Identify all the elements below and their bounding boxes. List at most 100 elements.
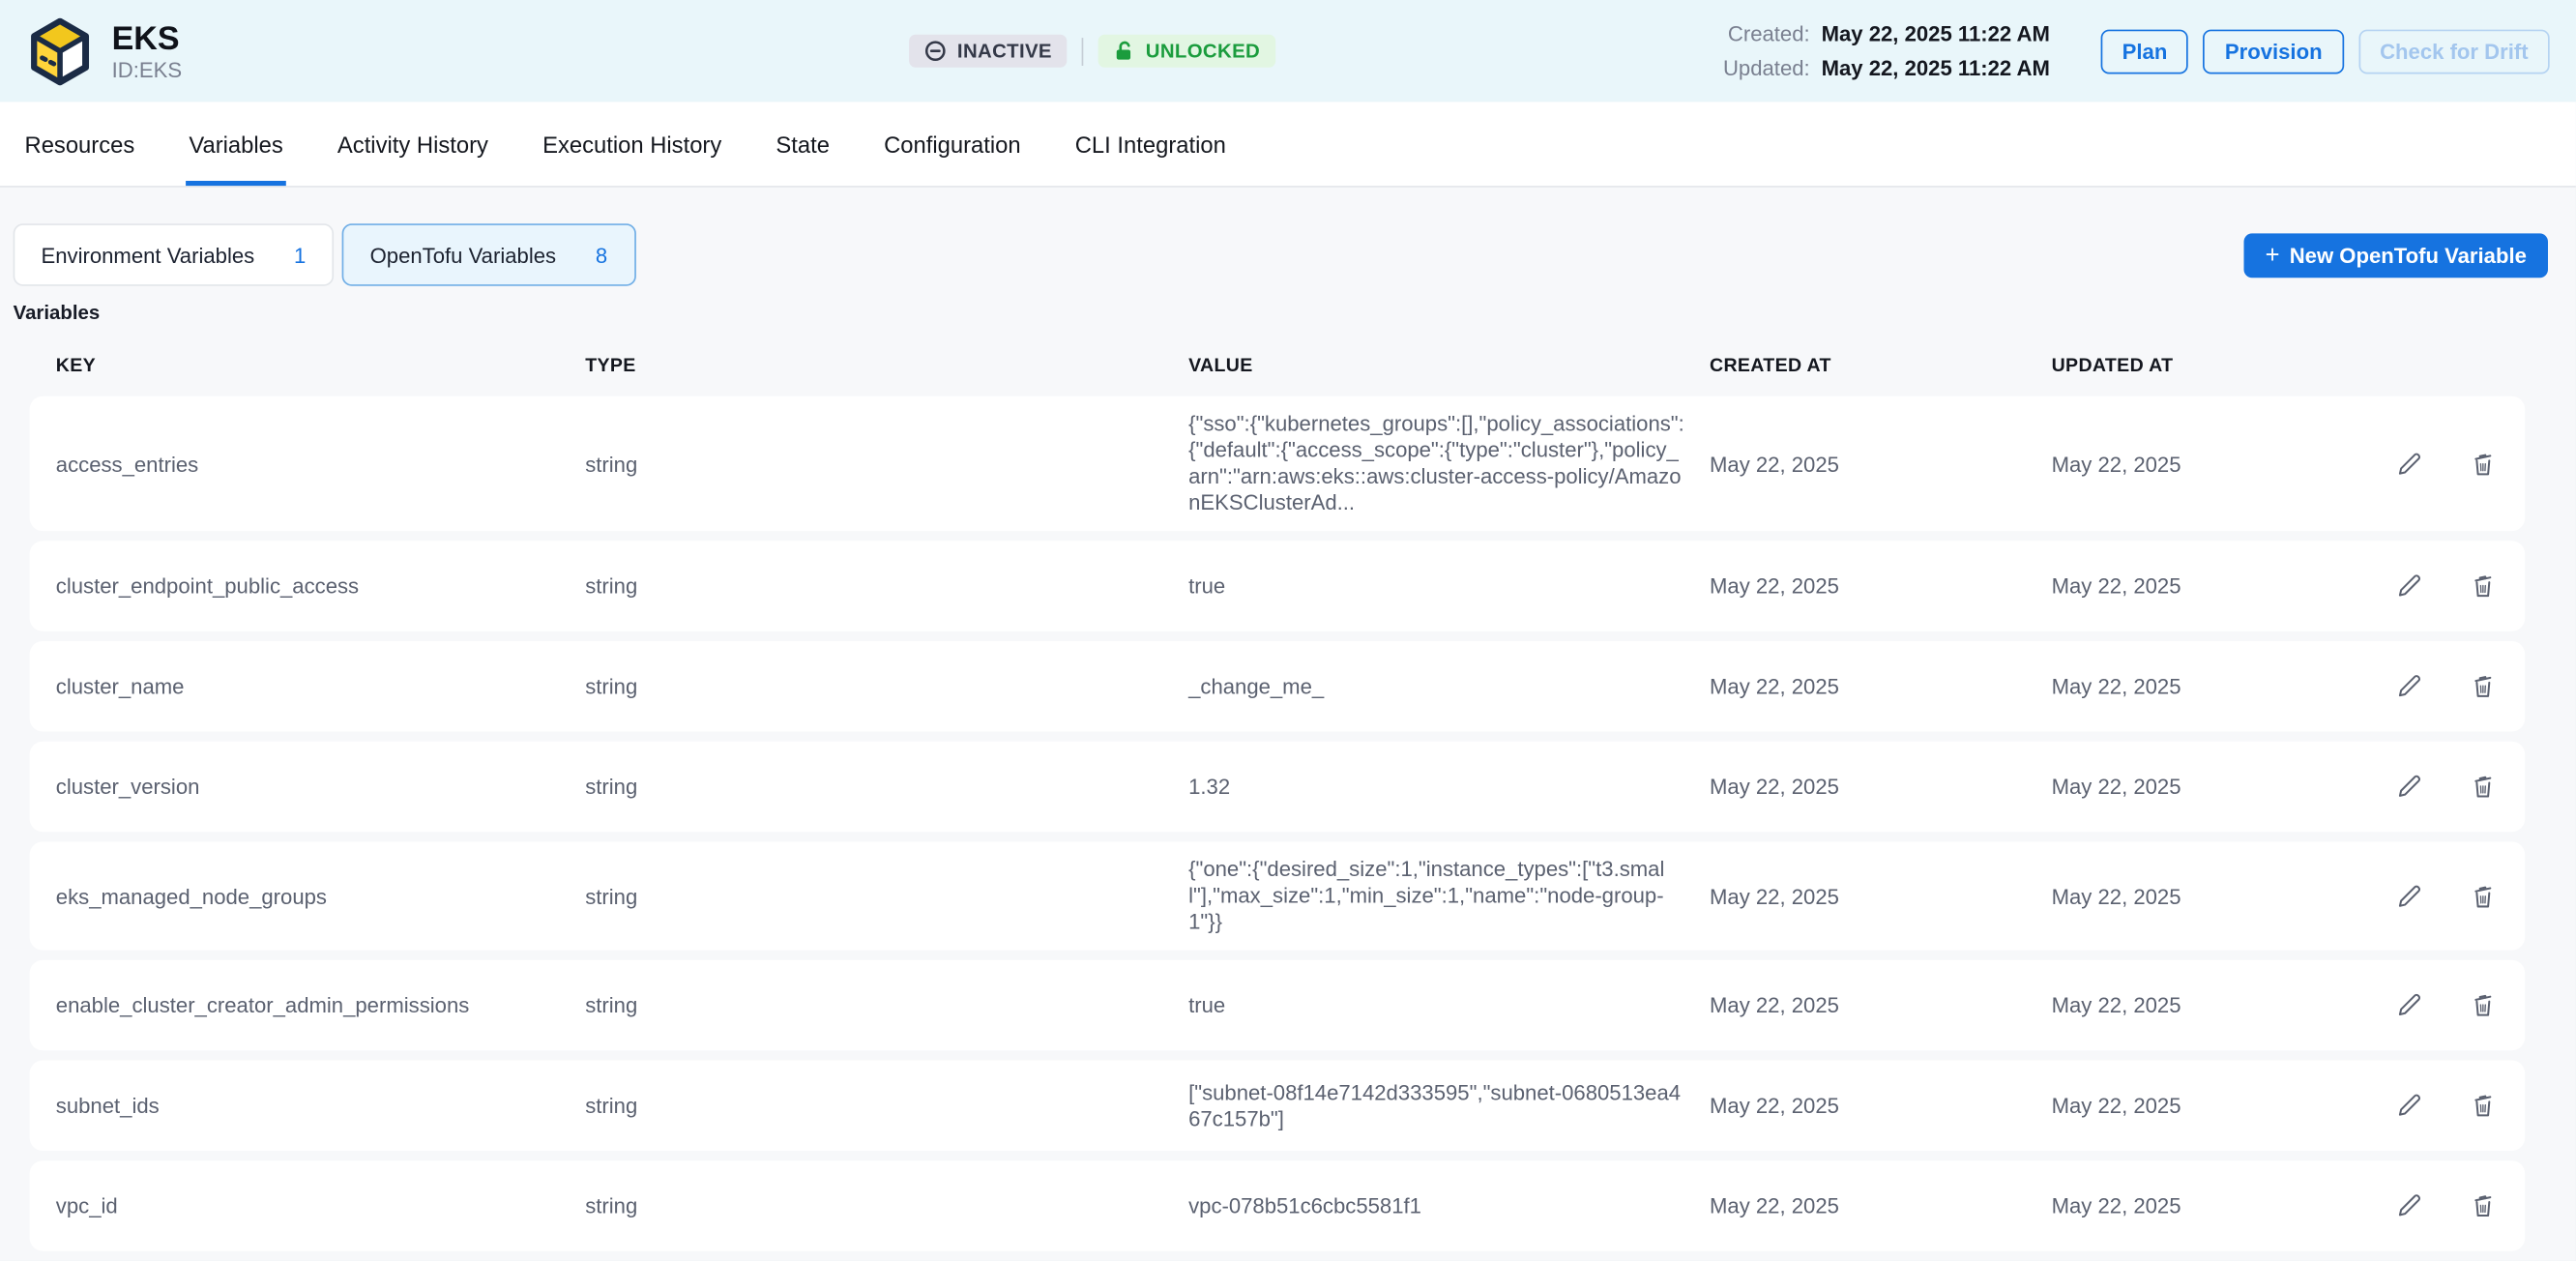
edit-pencil-icon[interactable] [2393, 448, 2424, 479]
status-badge: INACTIVE [910, 35, 1068, 68]
variable-value: {"sso":{"kubernetes_groups":[],"policy_a… [1188, 411, 1710, 516]
row-actions [2377, 771, 2499, 802]
variable-type: string [585, 884, 1188, 909]
variable-key: eks_managed_node_groups [56, 884, 585, 909]
page: EKS ID:EKS INACTIVE [0, 0, 2576, 1261]
variable-value: true [1188, 992, 1710, 1018]
variable-key: vpc_id [56, 1193, 585, 1218]
variable-created-at: May 22, 2025 [1710, 1094, 2052, 1119]
tab-cli-integration[interactable]: CLI Integration [1075, 102, 1226, 186]
variable-value: true [1188, 572, 1710, 599]
variable-key: subnet_ids [56, 1094, 585, 1119]
row-actions [2377, 671, 2499, 702]
variable-created-at: May 22, 2025 [1710, 573, 2052, 599]
plan-button[interactable]: Plan [2101, 29, 2189, 73]
variable-updated-at: May 22, 2025 [2052, 452, 2378, 477]
column-header-key: KEY [56, 357, 585, 376]
check-for-drift-button[interactable]: Check for Drift [2358, 29, 2550, 73]
variables-table: KEY TYPE VALUE CREATED AT UPDATED AT acc… [30, 324, 2526, 1251]
variable-key: enable_cluster_creator_admin_permissions [56, 993, 585, 1018]
delete-trash-icon[interactable] [2468, 880, 2499, 911]
brand: EKS ID:EKS [26, 17, 182, 85]
status-badges: INACTIVE UNLOCKED [182, 35, 1723, 68]
variable-created-at: May 22, 2025 [1710, 884, 2052, 909]
variable-value: _change_me_ [1188, 673, 1710, 699]
variable-updated-at: May 22, 2025 [2052, 884, 2378, 909]
edit-pencil-icon[interactable] [2393, 771, 2424, 802]
column-header-created-at: CREATED AT [1710, 357, 2052, 376]
variable-key: cluster_name [56, 674, 585, 699]
delete-trash-icon[interactable] [2468, 1190, 2499, 1221]
opentofu-variables-count: 8 [596, 243, 607, 268]
page-title: EKS [112, 20, 182, 56]
edit-pencil-icon[interactable] [2393, 1090, 2424, 1121]
edit-pencil-icon[interactable] [2393, 1190, 2424, 1221]
variable-created-at: May 22, 2025 [1710, 674, 2052, 699]
row-actions [2377, 1090, 2499, 1121]
table-row: cluster_version string 1.32 May 22, 2025… [30, 742, 2526, 833]
variable-type: string [585, 1094, 1188, 1119]
delete-trash-icon[interactable] [2468, 1090, 2499, 1121]
table-row: vpc_id string vpc-078b51c6cbc5581f1 May … [30, 1160, 2526, 1251]
edit-pencil-icon[interactable] [2393, 671, 2424, 702]
variable-type: string [585, 775, 1188, 800]
delete-trash-icon[interactable] [2468, 989, 2499, 1020]
delete-trash-icon[interactable] [2468, 571, 2499, 601]
timestamps: Created: May 22, 2025 11:22 AM Updated: … [1723, 21, 2050, 80]
variable-updated-at: May 22, 2025 [2052, 993, 2378, 1018]
row-actions [2377, 880, 2499, 911]
edit-pencil-icon[interactable] [2393, 880, 2424, 911]
variable-key: access_entries [56, 452, 585, 477]
tab-resources[interactable]: Resources [25, 102, 135, 186]
subtab-opentofu-variables[interactable]: OpenTofu Variables 8 [342, 223, 635, 286]
variable-type: string [585, 674, 1188, 699]
tab-variables[interactable]: Variables [189, 102, 282, 186]
minus-circle-icon [924, 40, 948, 63]
table-row: cluster_name string _change_me_ May 22, … [30, 641, 2526, 732]
variable-type: string [585, 993, 1188, 1018]
variable-key: cluster_endpoint_public_access [56, 573, 585, 599]
row-actions [2377, 989, 2499, 1020]
row-actions [2377, 448, 2499, 479]
variable-value: 1.32 [1188, 774, 1710, 800]
badge-divider [1081, 37, 1083, 65]
section-title: Variables [14, 301, 2548, 324]
row-actions [2377, 571, 2499, 601]
column-header-type: TYPE [585, 357, 1188, 376]
top-actions: Plan Provision Check for Drift [2101, 29, 2550, 73]
delete-trash-icon[interactable] [2468, 448, 2499, 479]
tab-execution-history[interactable]: Execution History [542, 102, 721, 186]
edit-pencil-icon[interactable] [2393, 571, 2424, 601]
variable-updated-at: May 22, 2025 [2052, 775, 2378, 800]
tab-configuration[interactable]: Configuration [884, 102, 1021, 186]
created-value: May 22, 2025 11:22 AM [1822, 21, 2050, 46]
unlock-icon [1113, 40, 1136, 63]
variable-type: string [585, 573, 1188, 599]
delete-trash-icon[interactable] [2468, 671, 2499, 702]
updated-label: Updated: [1723, 56, 1810, 81]
variable-created-at: May 22, 2025 [1710, 993, 2052, 1018]
created-label: Created: [1723, 21, 1810, 46]
table-row: cluster_endpoint_public_access string tr… [30, 541, 2526, 631]
variable-value: {"one":{"desired_size":1,"instance_types… [1188, 857, 1710, 936]
variable-key: cluster_version [56, 775, 585, 800]
variable-value: vpc-078b51c6cbc5581f1 [1188, 1192, 1710, 1218]
environment-variables-count: 1 [294, 243, 306, 268]
lock-status-badge: UNLOCKED [1098, 35, 1274, 68]
top-bar: EKS ID:EKS INACTIVE [0, 0, 2576, 102]
tab-bar: Resources Variables Activity History Exe… [0, 102, 2576, 187]
provision-button[interactable]: Provision [2204, 29, 2344, 73]
subtab-environment-variables[interactable]: Environment Variables 1 [14, 223, 335, 286]
table-row: enable_cluster_creator_admin_permissions… [30, 960, 2526, 1051]
edit-pencil-icon[interactable] [2393, 989, 2424, 1020]
variable-updated-at: May 22, 2025 [2052, 573, 2378, 599]
delete-trash-icon[interactable] [2468, 771, 2499, 802]
column-header-updated-at: UPDATED AT [2052, 357, 2378, 376]
table-header-row: KEY TYPE VALUE CREATED AT UPDATED AT [30, 324, 2526, 396]
table-body: access_entries string {"sso":{"kubernete… [30, 396, 2526, 1251]
row-actions [2377, 1190, 2499, 1221]
tab-activity-history[interactable]: Activity History [337, 102, 488, 186]
new-opentofu-variable-button[interactable]: + New OpenTofu Variable [2244, 233, 2549, 278]
tab-state[interactable]: State [776, 102, 830, 186]
table-row: eks_managed_node_groups string {"one":{"… [30, 841, 2526, 950]
